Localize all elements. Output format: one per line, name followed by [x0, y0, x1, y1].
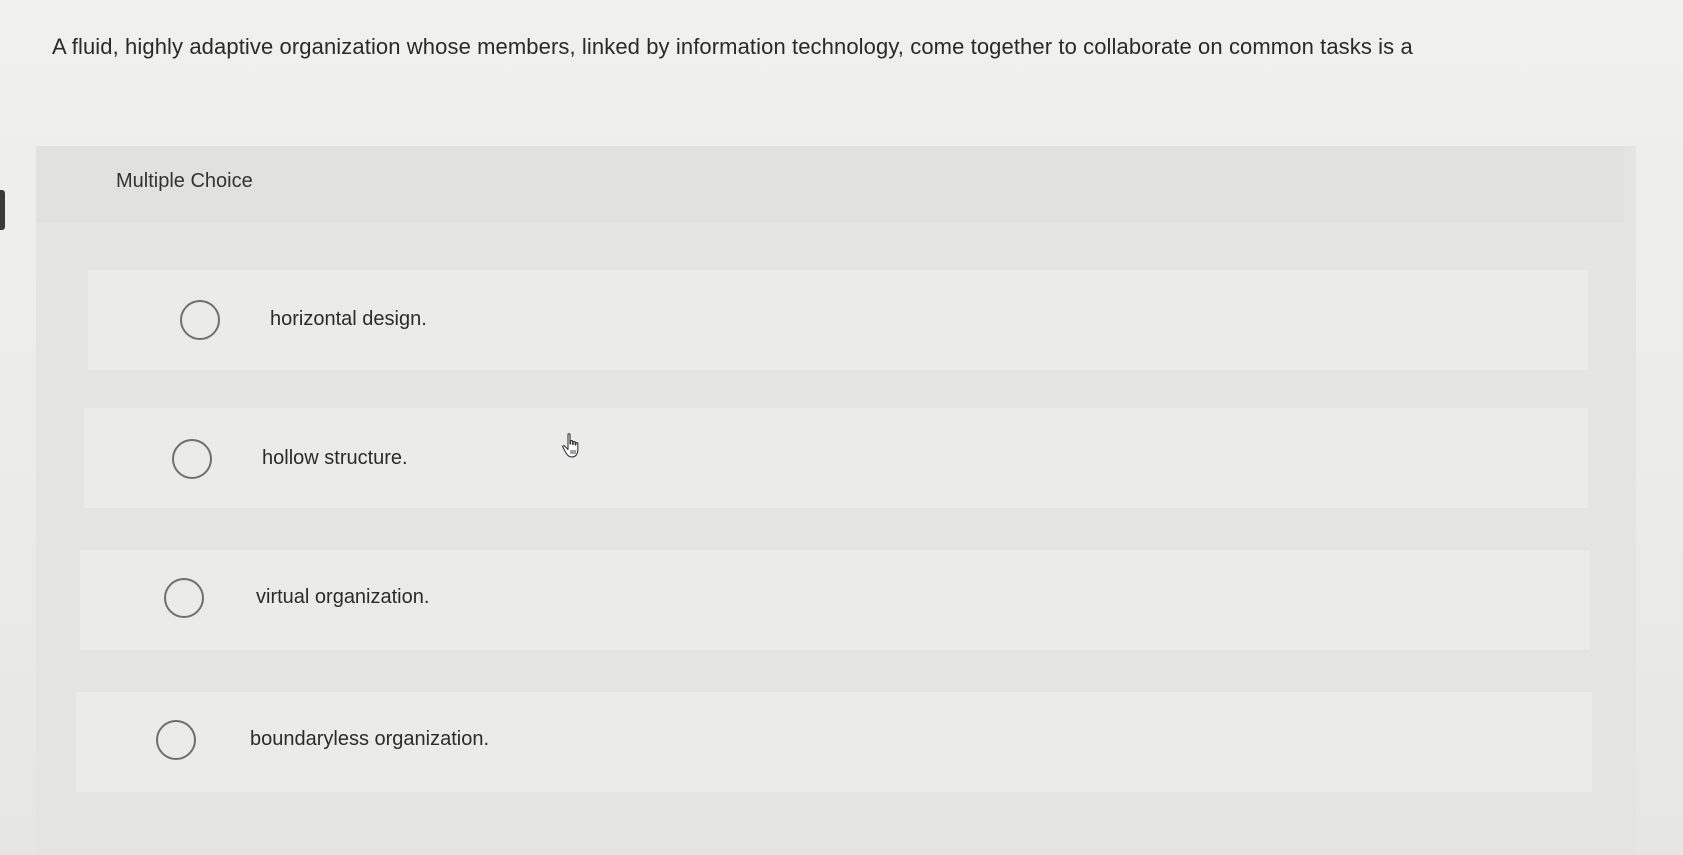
radio-circle-icon[interactable] — [156, 720, 196, 760]
answer-option-label: horizontal design. — [270, 308, 427, 330]
answer-option-4[interactable]: boundaryless organization. — [76, 692, 1592, 792]
window-edge-handle — [0, 190, 5, 230]
question-type-header: Multiple Choice — [36, 146, 1624, 222]
answer-option-label: hollow structure. — [262, 447, 408, 469]
answer-option-1[interactable]: horizontal design. — [88, 270, 1588, 370]
radio-circle-icon[interactable] — [164, 578, 204, 618]
multiple-choice-panel: Multiple Choice horizontal design. hollo… — [36, 146, 1636, 855]
question-type-label: Multiple Choice — [116, 170, 253, 192]
question-text: A fluid, highly adaptive organization wh… — [52, 34, 1413, 59]
answer-option-label: boundaryless organization. — [250, 728, 490, 750]
answer-option-2[interactable]: hollow structure. — [84, 408, 1588, 508]
answer-option-label: virtual organization. — [256, 586, 430, 608]
hand-pointer-icon — [562, 433, 579, 458]
radio-circle-icon[interactable] — [180, 300, 220, 340]
answer-option-3[interactable]: virtual organization. — [80, 550, 1590, 650]
radio-circle-icon[interactable] — [172, 439, 212, 479]
quiz-page: A fluid, highly adaptive organization wh… — [0, 0, 1683, 855]
